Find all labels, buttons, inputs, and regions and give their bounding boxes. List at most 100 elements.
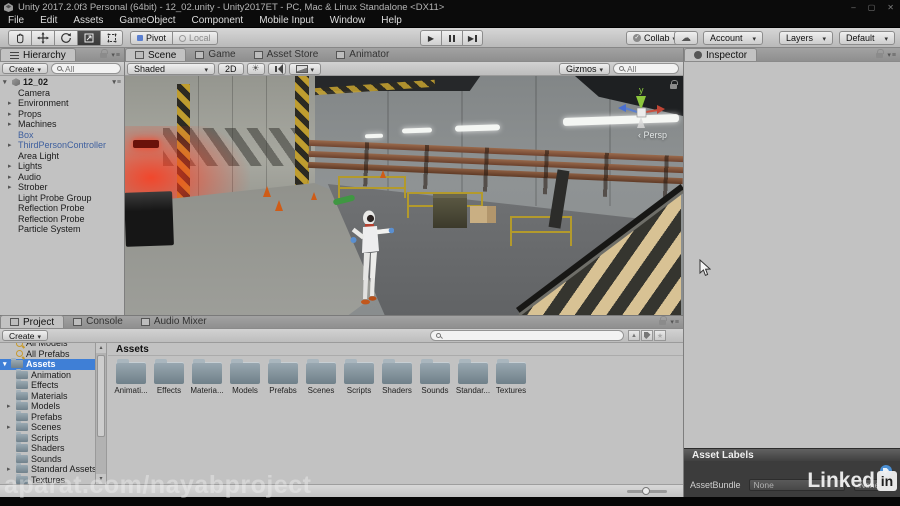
- layers-dropdown[interactable]: Layers: [779, 31, 833, 45]
- expand-arrow-icon[interactable]: ▸: [8, 110, 16, 118]
- expand-arrow-icon[interactable]: ▾: [3, 360, 11, 368]
- shading-mode-dropdown[interactable]: Shaded: [127, 62, 215, 75]
- scene-viewport[interactable]: y ‹ Persp: [125, 76, 683, 315]
- project-tree-item[interactable]: ▸ Materials: [0, 389, 95, 402]
- local-toggle[interactable]: Local: [172, 31, 218, 45]
- asset-folder[interactable]: Sounds: [416, 359, 454, 395]
- scene-view-tab[interactable]: Scene: [125, 48, 187, 61]
- thumbnail-zoom-slider[interactable]: [627, 487, 667, 495]
- hierarchy-item[interactable]: ▸ ThirdPersonController: [0, 140, 124, 151]
- project-area-tab[interactable]: Project: [0, 315, 65, 328]
- menu-item[interactable]: Window: [322, 14, 374, 28]
- expand-arrow-icon[interactable]: ▾: [3, 78, 11, 86]
- asset-folder[interactable]: Materia...: [188, 359, 226, 395]
- menu-item[interactable]: Help: [373, 14, 410, 28]
- project-tree-item[interactable]: ▸ Prefabs: [0, 410, 95, 423]
- scroll-up-button[interactable]: ▴: [96, 343, 106, 353]
- asset-folder[interactable]: Models: [226, 359, 264, 395]
- menu-item[interactable]: GameObject: [111, 14, 183, 28]
- menu-item[interactable]: Assets: [65, 14, 111, 28]
- 2d-toggle[interactable]: 2D: [218, 62, 244, 75]
- hierarchy-item[interactable]: ▸ Reflection Probe: [0, 214, 124, 225]
- slider-knob[interactable]: [642, 487, 650, 495]
- hierarchy-item[interactable]: ▸ Reflection Probe: [0, 203, 124, 214]
- asset-folder[interactable]: Standar...: [454, 359, 492, 395]
- hierarchy-item[interactable]: ▸ Particle System: [0, 224, 124, 235]
- layout-dropdown[interactable]: Default: [839, 31, 895, 45]
- expand-arrow-icon[interactable]: ▸: [8, 120, 16, 128]
- cloud-button[interactable]: ☁: [674, 31, 698, 45]
- project-menu-icon[interactable]: ▾≡: [670, 318, 680, 326]
- scene-search-input[interactable]: All: [613, 63, 679, 74]
- hierarchy-item[interactable]: ▸ Audio: [0, 172, 124, 183]
- step-button[interactable]: ▶: [462, 30, 483, 46]
- asset-folder[interactable]: Scenes: [302, 359, 340, 395]
- asset-folder[interactable]: Scripts: [340, 359, 378, 395]
- expand-arrow-icon[interactable]: ▸: [8, 173, 16, 181]
- rect-tool-button[interactable]: [100, 30, 123, 46]
- gizmos-dropdown[interactable]: Gizmos: [558, 62, 610, 75]
- project-area-tab[interactable]: Console: [64, 315, 132, 328]
- menu-item[interactable]: Mobile Input: [251, 14, 321, 28]
- inspector-menu-icon[interactable]: ▾≡: [887, 51, 897, 59]
- expand-arrow-icon[interactable]: ▸: [8, 141, 16, 149]
- asset-folder[interactable]: Effects: [150, 359, 188, 395]
- persp-label[interactable]: ‹ Persp: [638, 130, 667, 140]
- scene-menu-icon[interactable]: ▾≡: [112, 78, 122, 86]
- favorites-filter-button[interactable]: ★: [654, 330, 666, 341]
- menu-item[interactable]: Edit: [32, 14, 65, 28]
- hierarchy-item[interactable]: ▸ Machines: [0, 119, 124, 130]
- project-tree-item[interactable]: ▸ Shaders: [0, 442, 95, 454]
- hierarchy-item[interactable]: ▸ Strober: [0, 182, 124, 193]
- expand-arrow-icon[interactable]: ▸: [8, 162, 16, 170]
- expand-arrow-icon[interactable]: ▸: [8, 99, 16, 107]
- menu-item[interactable]: Component: [184, 14, 252, 28]
- project-search-input[interactable]: [430, 330, 624, 341]
- project-tree-item[interactable]: ▸ Models: [0, 400, 95, 412]
- project-area-tab[interactable]: Audio Mixer: [132, 315, 216, 328]
- rotate-tool-button[interactable]: [54, 30, 77, 46]
- hierarchy-scene-row[interactable]: ▾ 12_02 ▾≡: [0, 77, 124, 88]
- scale-tool-button[interactable]: [77, 30, 100, 46]
- minimize-button[interactable]: –: [851, 3, 855, 12]
- search-by-label-button[interactable]: [641, 330, 653, 341]
- asset-folder[interactable]: Animati...: [112, 359, 150, 395]
- hierarchy-item[interactable]: ▸ Camera: [0, 88, 124, 99]
- project-lock-icon[interactable]: [659, 315, 668, 325]
- maximize-button[interactable]: ▢: [868, 3, 876, 12]
- scene-view-tab[interactable]: Game: [186, 48, 244, 61]
- project-create-button[interactable]: Create: [2, 330, 49, 341]
- hierarchy-item[interactable]: ▸ Environment: [0, 98, 124, 109]
- lighting-toggle[interactable]: ☀: [246, 62, 265, 75]
- pause-button[interactable]: [441, 30, 462, 46]
- scene-gizmo[interactable]: y: [615, 84, 669, 134]
- hierarchy-item[interactable]: ▸ Light Probe Group: [0, 193, 124, 204]
- hierarchy-item[interactable]: ▸ Props: [0, 109, 124, 120]
- close-button[interactable]: ✕: [887, 3, 894, 12]
- asset-folder[interactable]: Shaders: [378, 359, 416, 395]
- move-tool-button[interactable]: [31, 30, 54, 46]
- hierarchy-item[interactable]: ▸ Box: [0, 130, 124, 141]
- effects-dropdown[interactable]: [288, 62, 322, 75]
- hierarchy-search-input[interactable]: All: [51, 63, 121, 74]
- expand-arrow-icon[interactable]: ▸: [7, 402, 15, 410]
- tab-hierarchy[interactable]: Hierarchy: [0, 48, 76, 61]
- inspector-lock-icon[interactable]: [876, 48, 885, 58]
- expand-arrow-icon[interactable]: ▸: [7, 423, 15, 431]
- scrollbar-thumb[interactable]: [97, 355, 105, 437]
- panel-menu-icon[interactable]: ▾≡: [111, 51, 121, 59]
- hand-tool-button[interactable]: [8, 30, 31, 46]
- search-by-type-button[interactable]: ▲: [628, 330, 640, 341]
- play-button[interactable]: ▶: [420, 30, 441, 46]
- hierarchy-create-button[interactable]: Create: [2, 63, 49, 74]
- asset-labels-header[interactable]: Asset Labels: [684, 448, 900, 461]
- asset-folder[interactable]: Prefabs: [264, 359, 302, 395]
- lock-icon[interactable]: [100, 48, 109, 58]
- project-tree-item[interactable]: ▸ Scenes: [0, 421, 95, 433]
- project-tree-item[interactable]: ▸ Effects: [0, 379, 95, 391]
- scene-view-tab[interactable]: Animator: [327, 48, 398, 61]
- scene-lock-icon[interactable]: [670, 80, 678, 89]
- hierarchy-item[interactable]: ▸ Area Light: [0, 151, 124, 162]
- project-tree-item[interactable]: ▸ Sounds: [0, 452, 95, 465]
- account-dropdown[interactable]: Account: [703, 31, 763, 45]
